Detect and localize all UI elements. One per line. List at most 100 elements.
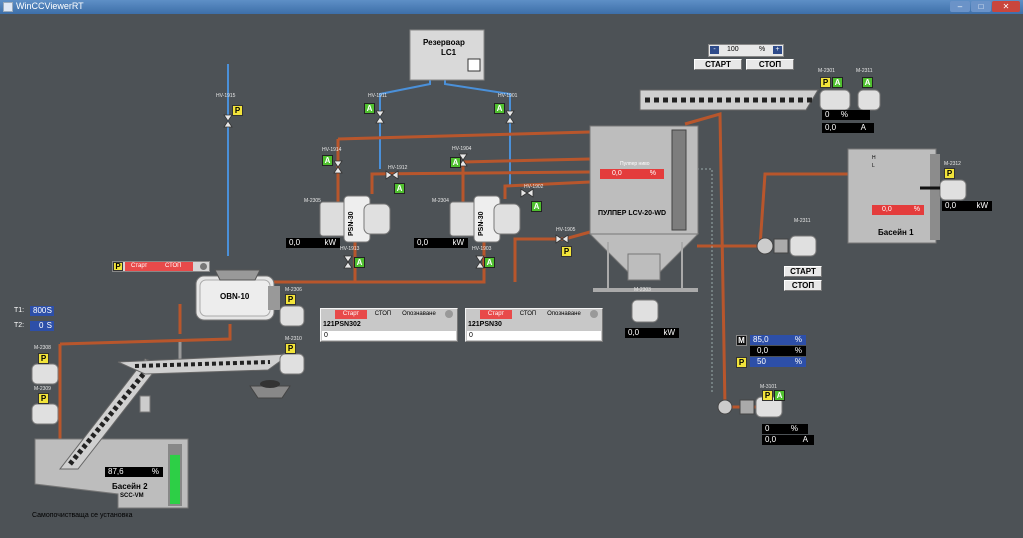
psn-right-power-box: 0,0 kW bbox=[414, 238, 468, 248]
hv1901-a-badge[interactable]: A bbox=[494, 103, 505, 114]
m3101-amp-box: 0,0 A bbox=[762, 435, 814, 445]
valve-hv1915-label: HV-1915 bbox=[216, 93, 236, 99]
mpp-p-badge[interactable]: P bbox=[736, 357, 747, 368]
hv1904-a-badge[interactable]: A bbox=[450, 157, 461, 168]
valve-icon[interactable] bbox=[343, 255, 353, 263]
pump-start-button[interactable]: СТАРТ bbox=[784, 266, 822, 277]
valve-icon[interactable] bbox=[505, 110, 515, 118]
valve-icon[interactable] bbox=[561, 234, 569, 244]
motor-icon[interactable] bbox=[279, 353, 305, 375]
window-titlebar: WinCCViewerRT – □ ✕ bbox=[0, 0, 1023, 14]
timer-t2-value: 0 bbox=[39, 321, 44, 330]
valve-icon[interactable] bbox=[223, 114, 233, 122]
panel-left-indicator bbox=[445, 310, 453, 318]
m2308-p-badge[interactable]: P bbox=[38, 353, 49, 364]
timer-t1-unit: S bbox=[46, 306, 52, 315]
valve-icon[interactable] bbox=[375, 110, 385, 118]
m2311-a-badge[interactable]: A bbox=[862, 77, 873, 88]
hv1911-a-badge[interactable]: A bbox=[364, 103, 375, 114]
motor-m2301-label: M-2301 bbox=[818, 68, 835, 74]
motor-icon[interactable] bbox=[279, 305, 305, 327]
panel-left-name: 121PSN302 bbox=[323, 321, 361, 328]
pulper-level-label: Пулпер ниво bbox=[620, 161, 650, 167]
hv1903-a-badge[interactable]: A bbox=[484, 257, 495, 268]
valve-icon[interactable] bbox=[223, 120, 233, 128]
hv1905-p-badge[interactable]: P bbox=[561, 246, 572, 257]
mpp-m-badge[interactable]: M bbox=[736, 335, 747, 346]
panel-right-indicator bbox=[590, 310, 598, 318]
mpp-m-unit: % bbox=[794, 335, 802, 344]
m2301-pct-unit: % bbox=[840, 110, 848, 119]
conveyor-start-button[interactable]: СТАРТ bbox=[694, 59, 742, 70]
valve-icon[interactable] bbox=[520, 188, 528, 198]
pump-stop-button[interactable]: СТОП bbox=[784, 280, 822, 291]
m2301-a-badge[interactable]: A bbox=[832, 77, 843, 88]
hv1912-a-badge[interactable]: A bbox=[394, 183, 405, 194]
valve-icon[interactable] bbox=[333, 166, 343, 174]
valve-icon[interactable] bbox=[391, 170, 399, 180]
panel-right-reset-button[interactable]: Опознаване bbox=[544, 310, 584, 319]
basin1-unit: % bbox=[913, 206, 920, 213]
obn-p-badge[interactable]: P bbox=[113, 262, 123, 271]
m2312-p-badge[interactable]: P bbox=[944, 168, 955, 179]
obn-stop-label[interactable]: СТОП bbox=[165, 263, 182, 269]
motor-icon[interactable] bbox=[631, 299, 659, 323]
motor-icon[interactable] bbox=[31, 403, 59, 425]
motor-m2309-label: M-2309 bbox=[34, 386, 51, 392]
timer-t1-box[interactable]: 800 S bbox=[30, 306, 54, 316]
m3101-p-badge[interactable]: P bbox=[762, 390, 773, 401]
application-icon bbox=[3, 2, 13, 12]
panel-right-row: 0 bbox=[467, 331, 601, 340]
motor-icon[interactable] bbox=[939, 179, 967, 201]
motor-icon[interactable] bbox=[31, 363, 59, 385]
motor-icon[interactable] bbox=[819, 89, 851, 111]
m2301-p-badge[interactable]: P bbox=[820, 77, 831, 88]
panel-left-row: 0 bbox=[322, 331, 456, 340]
speed-decrement-button[interactable]: - bbox=[710, 46, 719, 54]
minimize-button[interactable]: – bbox=[950, 1, 970, 12]
m2310-p-badge[interactable]: P bbox=[285, 343, 296, 354]
close-button[interactable]: ✕ bbox=[992, 1, 1020, 12]
sensor-device bbox=[139, 395, 151, 413]
hv1902-a-badge[interactable]: A bbox=[531, 201, 542, 212]
panel-left-reset-button[interactable]: Опознаване bbox=[399, 310, 439, 319]
mpp-p-unit: % bbox=[794, 357, 802, 366]
valve-icon[interactable] bbox=[375, 116, 385, 124]
m2309-p-badge[interactable]: P bbox=[38, 393, 49, 404]
timer-t2-box[interactable]: 0 S bbox=[30, 321, 54, 331]
hv1914-a-badge[interactable]: A bbox=[322, 155, 333, 166]
conveyor-stop-button[interactable]: СТОП bbox=[746, 59, 794, 70]
mpp-m-box[interactable]: 85,0 % bbox=[750, 335, 806, 345]
valve-icon[interactable] bbox=[526, 188, 534, 198]
pulper-name: ПУЛПЕР LCV-20-WD bbox=[598, 210, 667, 217]
psn-right-unit: kW bbox=[452, 238, 464, 247]
panel-right-stop-button[interactable]: СТОП bbox=[516, 310, 540, 319]
obn-start-label[interactable]: Старт bbox=[131, 263, 147, 269]
speed-value: 100 bbox=[727, 46, 739, 53]
maximize-button[interactable]: □ bbox=[971, 1, 991, 12]
valve-hv1912-label: HV-1912 bbox=[388, 165, 408, 171]
hv1915-p-badge[interactable]: P bbox=[232, 105, 243, 116]
panel-right-name: 121PSN30 bbox=[468, 321, 502, 328]
valve-hv1903-label: HV-1903 bbox=[472, 246, 492, 252]
m2301-amp-unit: A bbox=[860, 123, 866, 132]
panel-left-stop-button[interactable]: СТОП bbox=[371, 310, 395, 319]
valve-icon[interactable] bbox=[505, 116, 515, 124]
speed-increment-button[interactable]: + bbox=[773, 46, 782, 54]
valve-icon[interactable] bbox=[555, 234, 563, 244]
motor-icon[interactable] bbox=[857, 89, 881, 111]
panel-left-start-button[interactable]: Старт bbox=[335, 310, 367, 319]
pipe-lower-inlet bbox=[503, 180, 591, 199]
mpp-p-box[interactable]: 50 % bbox=[750, 357, 806, 367]
valve-icon[interactable] bbox=[385, 170, 393, 180]
hv1913-a-badge[interactable]: A bbox=[354, 257, 365, 268]
basin1-low-label: L bbox=[872, 163, 875, 169]
valve-icon[interactable] bbox=[333, 160, 343, 168]
panel-right-start-button[interactable]: Старт bbox=[480, 310, 512, 319]
m3101-a-badge[interactable]: A bbox=[774, 390, 785, 401]
timer-t1-value: 800 bbox=[33, 306, 47, 315]
valve-icon[interactable] bbox=[343, 261, 353, 269]
psn-left-unit bbox=[319, 195, 391, 243]
m2306-p-badge[interactable]: P bbox=[285, 294, 296, 305]
speed-control[interactable]: - 100 % + bbox=[708, 44, 784, 57]
